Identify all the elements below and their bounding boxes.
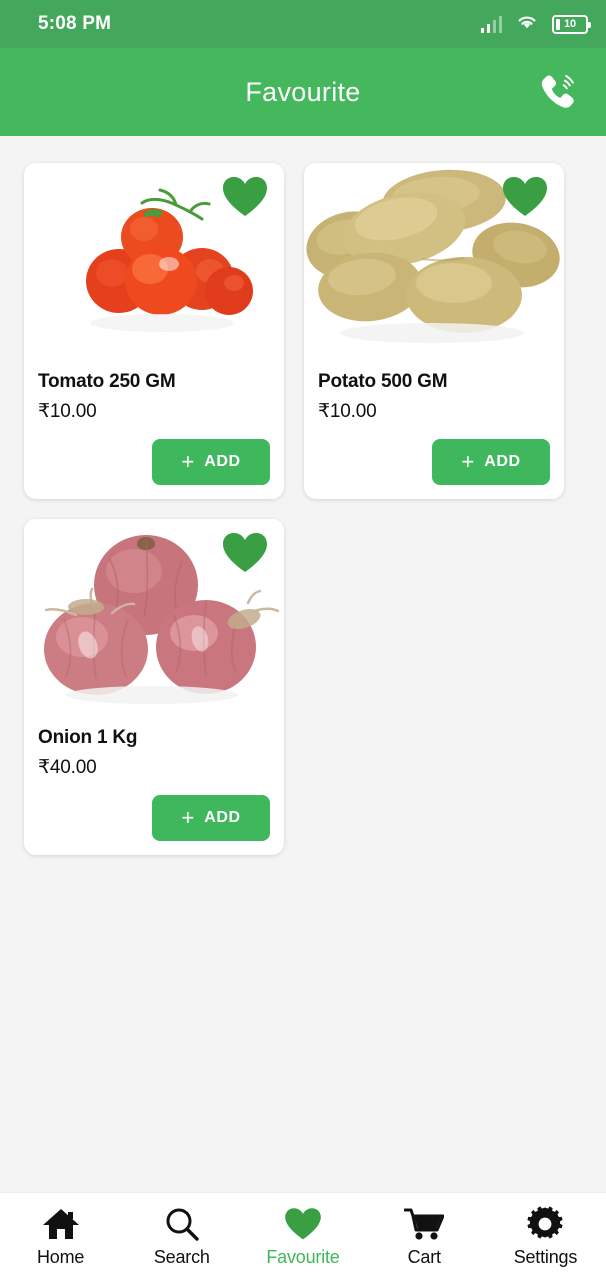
product-price: ₹10.00 <box>318 401 377 422</box>
favourite-heart-icon[interactable] <box>222 531 268 575</box>
nav-label: Cart <box>407 1246 441 1267</box>
battery-icon: 10 <box>552 14 591 34</box>
gear-icon <box>527 1205 564 1242</box>
product-grid: Tomato 250 GM ₹10.00 + ADD Potato 500 GM… <box>24 163 582 855</box>
app-bar: Favourite <box>0 48 606 136</box>
add-row: + ADD <box>304 423 564 485</box>
nav-item-search[interactable]: Search <box>121 1206 242 1268</box>
bottom-navigation: Home Search Favourite Cart Settings <box>0 1192 606 1280</box>
wifi-icon <box>515 13 539 36</box>
add-row: + ADD <box>24 423 284 485</box>
product-card[interactable]: Potato 500 GM ₹10.00 + ADD <box>304 163 564 499</box>
nav-label: Home <box>36 1246 85 1267</box>
nav-label: Settings <box>513 1246 578 1267</box>
product-card[interactable]: Tomato 250 GM ₹10.00 + ADD <box>24 163 284 499</box>
search-icon <box>165 1206 199 1242</box>
add-to-cart-button[interactable]: + ADD <box>432 439 550 485</box>
nav-item-home[interactable]: Home <box>0 1206 121 1268</box>
nav-item-settings[interactable]: Settings <box>485 1205 606 1268</box>
plus-icon: + <box>181 805 195 830</box>
plus-icon: + <box>461 449 475 474</box>
app-screen: 5:08 PM 10 Favourite Tomato 250 GM ₹10.0… <box>0 0 606 1280</box>
nav-item-favourite[interactable]: Favourite <box>242 1206 363 1268</box>
add-button-label: ADD <box>484 453 521 470</box>
plus-icon: + <box>181 449 195 474</box>
nav-label: Search <box>153 1246 210 1267</box>
home-icon <box>42 1206 80 1242</box>
add-to-cart-button[interactable]: + ADD <box>152 795 270 841</box>
phone-call-icon[interactable] <box>530 64 586 120</box>
product-name: Tomato 250 GM <box>38 371 176 392</box>
product-name: Onion 1 Kg <box>38 727 138 748</box>
status-bar-clock: 5:08 PM <box>38 13 112 34</box>
favourite-heart-icon[interactable] <box>222 175 268 219</box>
add-button-label: ADD <box>204 453 241 470</box>
battery-level: 10 <box>564 18 576 30</box>
product-name: Potato 500 GM <box>318 371 448 392</box>
cart-icon <box>404 1206 445 1242</box>
favourite-heart-icon[interactable] <box>502 175 548 219</box>
add-to-cart-button[interactable]: + ADD <box>152 439 270 485</box>
nav-label: Favourite <box>266 1246 340 1267</box>
status-bar: 5:08 PM 10 <box>0 0 606 48</box>
status-bar-icons: 10 <box>480 13 591 36</box>
add-row: + ADD <box>24 779 284 841</box>
product-list: Tomato 250 GM ₹10.00 + ADD Potato 500 GM… <box>0 136 606 1192</box>
product-card[interactable]: Onion 1 Kg ₹40.00 + ADD <box>24 519 284 855</box>
signal-bars-icon <box>480 15 502 33</box>
heart-icon <box>284 1206 322 1242</box>
nav-item-cart[interactable]: Cart <box>364 1206 485 1268</box>
product-price: ₹40.00 <box>38 757 97 778</box>
page-title: Favourite <box>245 76 361 107</box>
add-button-label: ADD <box>204 809 241 826</box>
product-price: ₹10.00 <box>38 401 97 422</box>
